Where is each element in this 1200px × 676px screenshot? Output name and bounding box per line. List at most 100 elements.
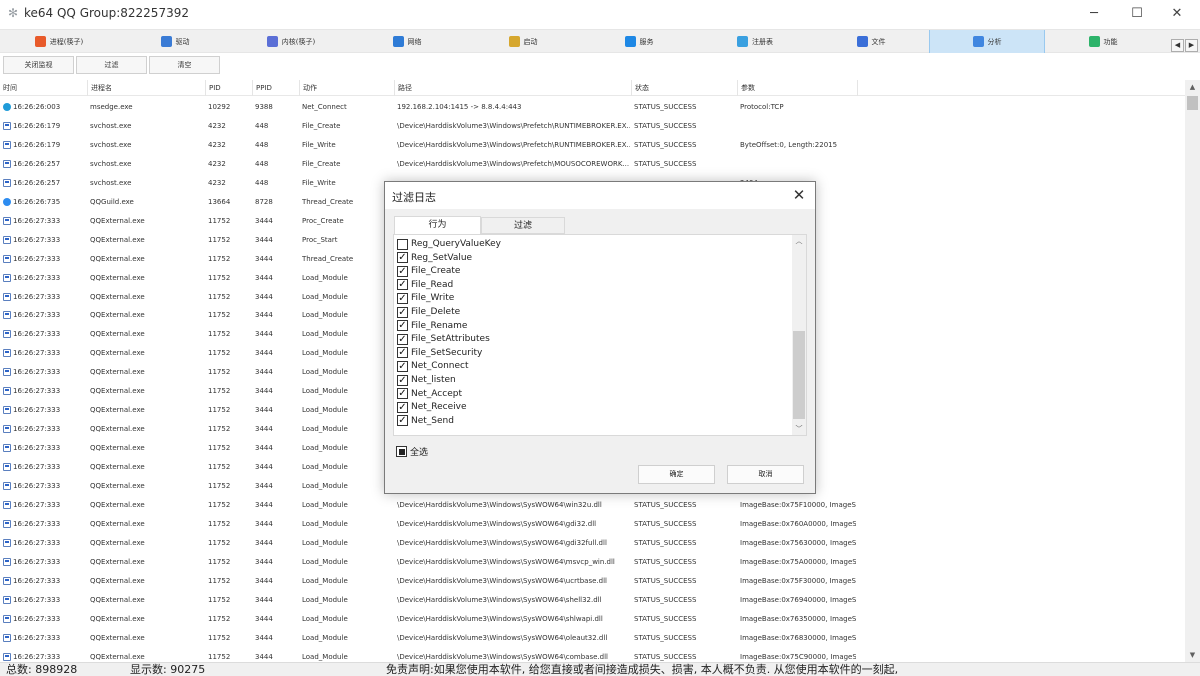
table-scrollbar[interactable]: ▲ ▼ [1185,80,1200,662]
behavior-label: File_Read [411,279,454,290]
chevron-down-icon[interactable]: ﹀ [792,424,806,434]
cell-ppid: 448 [255,121,269,130]
cell-time: 16:26:26:179 [13,121,61,130]
tab-5[interactable]: 启动 [465,30,581,53]
filter-button[interactable]: 过滤 [76,56,147,74]
tab-prev-arrow[interactable]: ◀ [1171,39,1184,52]
behavior-item[interactable]: ✓ Net_Receive [397,400,467,414]
cell-ppid: 3444 [255,311,273,320]
behavior-item[interactable]: ✓ Reg_SetValue [397,251,472,265]
select-all-checkbox[interactable]: 全选 [396,445,428,458]
scroll-thumb[interactable] [1187,96,1198,110]
close-monitor-button[interactable]: 关闭监视 [3,56,74,74]
table-row[interactable]: 16:26:27:333 QQExternal.exe 11752 3444 Load_… [0,534,1185,553]
checkbox-checked-icon[interactable]: ✓ [397,265,408,277]
checkbox-checked-icon[interactable]: ✓ [397,306,408,318]
column-header[interactable]: 进程名 [88,80,206,96]
behavior-item[interactable]: ✓ File_Read [397,278,453,292]
scroll-down-arrow[interactable]: ▼ [1185,648,1200,662]
checkbox-checked-icon[interactable]: ✓ [397,360,408,372]
table-row[interactable]: 16:26:26:003 msedge.exe 10292 9388 Net_Conne… [0,98,1185,117]
cell-ppid: 3444 [255,557,273,566]
cell-path: \Device\HarddiskVolume3\Windows\SysWOW64… [397,557,615,566]
tab-behavior[interactable]: 行为 [394,216,481,235]
checkbox-checked-icon[interactable]: ✓ [397,388,408,400]
close-icon[interactable]: ✕ [789,185,809,205]
column-header[interactable]: 路径 [395,80,632,96]
checkbox-indeterminate-icon[interactable] [396,446,407,457]
column-header[interactable]: 时间 [0,80,88,96]
behavior-item[interactable]: ✓ File_Write [397,291,454,305]
checkbox-checked-icon[interactable]: ✓ [397,401,408,413]
behavior-item[interactable]: ✓ Net_Connect [397,359,469,373]
cell-proc: QQExternal.exe [90,595,145,604]
behavior-item[interactable]: ✓ File_SetAttributes [397,332,490,346]
list-scrollbar[interactable]: ︿ ﹀ [792,235,806,435]
column-header[interactable]: PID [206,80,253,96]
cell-pid: 11752 [208,576,231,585]
cell-action: Load_Module [302,500,348,509]
ok-button[interactable]: 确定 [638,465,715,484]
tab-2[interactable]: 驱动 [117,30,233,53]
cancel-button[interactable]: 取消 [727,465,804,484]
tab-1[interactable]: 进程(筷子) [1,30,117,53]
behavior-item[interactable]: ✓ Net_Accept [397,387,462,401]
checkbox-checked-icon[interactable]: ✓ [397,279,408,291]
table-row[interactable]: 16:26:26:257 svchost.exe 4232 448 File_Creat… [0,155,1185,174]
behavior-item[interactable]: ✓ File_Delete [397,305,460,319]
table-row[interactable]: 16:26:26:179 svchost.exe 4232 448 File_Write… [0,136,1185,155]
table-row[interactable]: 16:26:27:333 QQExternal.exe 11752 3444 Load_… [0,591,1185,610]
behavior-label: Net_Send [411,415,454,426]
checkbox-checked-icon[interactable]: ✓ [397,292,408,304]
chevron-up-icon[interactable]: ︿ [792,236,806,246]
table-row[interactable]: 16:26:27:333 QQExternal.exe 11752 3444 Load_… [0,553,1185,572]
behavior-item[interactable]: ✓ Net_Send [397,414,454,428]
cell-status: STATUS_SUCCESS [634,538,697,547]
table-row[interactable]: 16:26:26:179 svchost.exe 4232 448 File_Creat… [0,117,1185,136]
table-row[interactable]: 16:26:27:333 QQExternal.exe 11752 3444 Load_… [0,648,1185,662]
checkbox-checked-icon[interactable]: ✓ [397,333,408,345]
tab-4[interactable]: 网络 [349,30,465,53]
column-header[interactable]: 动作 [300,80,395,96]
tab-7[interactable]: 注册表 [697,30,813,53]
cell-action: Proc_Start [302,235,338,244]
checkbox-checked-icon[interactable]: ✓ [397,252,408,264]
table-row[interactable]: 16:26:27:333 QQExternal.exe 11752 3444 Load_… [0,515,1185,534]
cell-ppid: 3444 [255,406,273,415]
behavior-item[interactable]: ✓ File_SetSecurity [397,346,482,360]
column-header[interactable]: 状态 [632,80,738,96]
table-row[interactable]: 16:26:27:333 QQExternal.exe 11752 3444 Load_… [0,629,1185,648]
tab-8[interactable]: 文件 [813,30,929,53]
table-row[interactable]: 16:26:27:333 QQExternal.exe 11752 3444 Load_… [0,496,1185,515]
column-header[interactable]: 参数 [738,80,858,96]
checkbox-unchecked-icon[interactable] [397,238,408,250]
tab-6[interactable]: 服务 [581,30,697,53]
behavior-item[interactable]: ✓ Net_listen [397,373,456,387]
tab-10[interactable]: 功能 [1045,30,1161,53]
clear-button[interactable]: 清空 [149,56,220,74]
behavior-item[interactable]: Reg_QueryValueKey [397,237,501,251]
scroll-up-arrow[interactable]: ▲ [1185,80,1200,94]
cell-pid: 4232 [208,178,226,187]
tab-next-arrow[interactable]: ▶ [1185,39,1198,52]
registry-icon [737,36,748,47]
checkbox-checked-icon[interactable]: ✓ [397,320,408,332]
list-scroll-thumb[interactable] [793,331,805,419]
select-all-label: 全选 [410,448,429,458]
tab-filter[interactable]: 过滤 [481,217,565,234]
checkbox-checked-icon[interactable]: ✓ [397,374,408,386]
close-button[interactable]: ✕ [1154,0,1200,27]
table-row[interactable]: 16:26:27:333 QQExternal.exe 11752 3444 Load_… [0,572,1185,591]
cell-pid: 11752 [208,387,231,396]
checkbox-checked-icon[interactable]: ✓ [397,347,408,359]
table-row[interactable]: 16:26:27:333 QQExternal.exe 11752 3444 Load_… [0,610,1185,629]
tab-9[interactable]: 分析 [929,30,1045,53]
column-header[interactable]: PPID [253,80,300,96]
tab-3[interactable]: 内核(筷子) [233,30,349,53]
status-bar: 总数: 898928 显示数: 90275 免责声明:如果您使用本软件, 给您直… [0,662,1200,676]
behavior-item[interactable]: ✓ File_Create [397,264,460,278]
process-icon [3,368,11,377]
checkbox-checked-icon[interactable]: ✓ [397,415,408,427]
behavior-item[interactable]: ✓ File_Rename [397,319,467,333]
minimize-button[interactable]: ─ [1071,0,1117,27]
